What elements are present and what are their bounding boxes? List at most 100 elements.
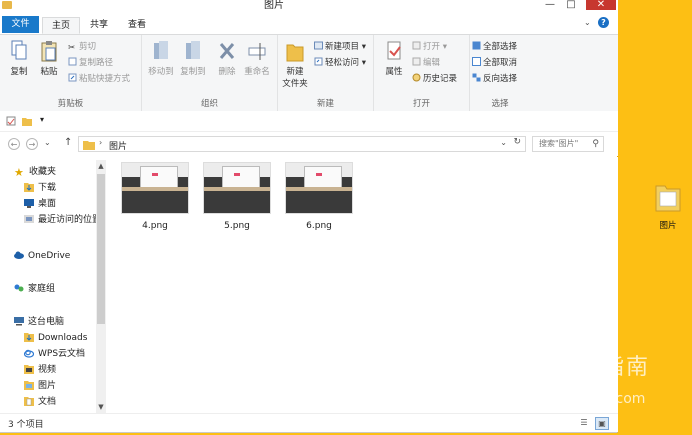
nav-item-label: 图片 xyxy=(38,381,57,391)
title-bar: 图片 — □ ✕ xyxy=(0,0,618,14)
move-to-button[interactable]: 移动到 xyxy=(146,39,176,77)
select-none-label: 全部取消 xyxy=(483,58,518,68)
easy-access-button[interactable]: 轻松访问 ▾ xyxy=(314,57,366,69)
move-to-icon xyxy=(154,41,168,59)
ribbon: 复制 粘贴 ✂ 剪切 复制路径 粘贴快捷方式 剪贴板 移动到 复制到 删除 重命… xyxy=(0,35,618,112)
window-title: 图片 xyxy=(264,0,284,11)
edit-label: 编辑 xyxy=(423,58,441,68)
nav-item-label: 下载 xyxy=(38,183,57,193)
search-input[interactable]: 搜索"图片" ⚲ xyxy=(532,136,604,152)
file-item[interactable]: 5.png xyxy=(202,163,272,231)
file-name: 5.png xyxy=(224,221,250,231)
history-button[interactable]: 历史记录 xyxy=(412,73,457,85)
group-organize: 移动到 复制到 删除 重命名 组织 xyxy=(142,35,278,111)
pictures-icon xyxy=(24,381,34,390)
easy-access-label: 轻松访问 xyxy=(325,58,360,68)
copy-icon xyxy=(11,40,27,60)
nav-item-downloads[interactable]: 下载 xyxy=(24,181,56,195)
breadcrumb-current[interactable]: 图片 xyxy=(109,139,127,152)
minimize-button[interactable]: — xyxy=(543,0,557,10)
desktop-folder-item[interactable]: 图片 xyxy=(650,182,686,231)
copy-button[interactable]: 复制 xyxy=(6,39,32,77)
nav-item-recent[interactable]: 最近访问的位置 xyxy=(24,213,101,227)
quick-access-toolbar: ▾ xyxy=(0,111,618,132)
group-select-label: 选择 xyxy=(491,99,509,109)
tab-share[interactable]: 共享 xyxy=(82,17,116,34)
nav-item-label: 文档 xyxy=(38,397,57,407)
videos-icon xyxy=(24,365,34,374)
navigation-pane: ★ 收藏夹 下载 桌面 最近访问的位置 OneDrive 家庭组 这台电脑 Dow… xyxy=(0,157,108,413)
address-dropdown-chevron-icon[interactable]: ⌄ xyxy=(500,138,507,147)
help-icon[interactable]: ? xyxy=(598,17,609,28)
properties-small-icon[interactable] xyxy=(6,116,16,126)
edit-button[interactable]: 编辑 xyxy=(412,57,440,69)
nav-item-desktop[interactable]: 桌面 xyxy=(24,197,56,211)
cut-button[interactable]: ✂ 剪切 xyxy=(68,41,96,53)
cloud-icon xyxy=(14,251,24,259)
back-arrow-icon[interactable]: ← xyxy=(8,138,20,150)
file-name: 6.png xyxy=(306,221,332,231)
nav-item-pictures[interactable]: 图片 xyxy=(24,379,56,393)
homegroup-icon xyxy=(14,284,24,292)
select-all-label: 全部选择 xyxy=(483,42,518,52)
recent-locations-chevron-icon[interactable]: ⌄ xyxy=(44,138,51,147)
nav-item-onedrive[interactable]: OneDrive xyxy=(14,249,70,263)
invert-selection-button[interactable]: 反向选择 xyxy=(472,73,517,85)
watermark-url: zhinan.sogou.com xyxy=(518,391,646,407)
address-bar[interactable]: › 图片 ⌄ ↻ xyxy=(78,136,526,152)
details-view-icon[interactable]: ☰ xyxy=(578,417,590,428)
rename-icon xyxy=(248,43,266,60)
nav-item-this-pc[interactable]: 这台电脑 xyxy=(14,315,64,329)
nav-item-videos[interactable]: 视频 xyxy=(24,363,56,377)
nav-item-downloads-en[interactable]: Downloads xyxy=(24,331,87,345)
nav-item-documents[interactable]: 文档 xyxy=(24,395,56,409)
scroll-thumb[interactable] xyxy=(97,174,105,324)
refresh-icon[interactable]: ↻ xyxy=(513,137,521,147)
copy-path-button[interactable]: 复制路径 xyxy=(68,57,113,69)
desktop-folder-label: 图片 xyxy=(659,221,677,231)
tab-home[interactable]: 主页 xyxy=(42,17,80,34)
open-button[interactable]: 打开 ▾ xyxy=(412,41,447,53)
paste-button[interactable]: 粘贴 xyxy=(36,39,62,77)
nav-item-wps-cloud[interactable]: WPS云文档 xyxy=(24,347,85,361)
rename-button[interactable]: 重命名 xyxy=(242,39,272,77)
item-count: 3 个项目 xyxy=(8,420,44,430)
select-none-button[interactable]: 全部取消 xyxy=(472,57,517,69)
computer-icon xyxy=(14,317,24,326)
nav-item-favorites[interactable]: ★ 收藏夹 xyxy=(14,165,56,179)
scissors-icon: ✂ xyxy=(68,43,76,53)
scroll-up-arrow-icon[interactable]: ▲ xyxy=(96,160,106,172)
search-placeholder: 搜索"图片" xyxy=(539,139,579,148)
new-item-button[interactable]: 新建项目 ▾ xyxy=(314,41,366,53)
nav-item-label: 这台电脑 xyxy=(28,317,65,327)
ribbon-collapse-chevron-icon[interactable]: ⌄ xyxy=(584,18,591,27)
select-all-button[interactable]: 全部选择 xyxy=(472,41,517,53)
wps-cloud-icon xyxy=(24,349,34,358)
paste-shortcut-icon xyxy=(68,73,77,82)
properties-button[interactable]: 属性 xyxy=(380,39,408,77)
tab-view[interactable]: 查看 xyxy=(120,17,154,34)
nav-item-label: OneDrive xyxy=(28,251,71,261)
file-item[interactable]: 6.png xyxy=(284,163,354,231)
tab-file[interactable]: 文件 xyxy=(2,16,39,33)
nav-item-label: 视频 xyxy=(38,365,57,375)
paste-shortcut-label: 粘贴快捷方式 xyxy=(79,74,131,84)
nav-item-homegroup[interactable]: 家庭组 xyxy=(14,282,55,296)
file-item[interactable]: 4.png xyxy=(120,163,190,231)
close-button[interactable]: ✕ xyxy=(586,0,616,10)
copy-to-label: 复制到 xyxy=(180,67,206,77)
new-folder-small-icon[interactable] xyxy=(22,116,32,126)
new-folder-button[interactable]: 新建 文件夹 xyxy=(280,39,310,89)
nav-scrollbar[interactable]: ▲ ▼ xyxy=(96,160,106,413)
customize-toolbar-chevron-icon[interactable]: ▾ xyxy=(40,115,44,124)
new-folder-label-2: 文件夹 xyxy=(282,79,308,89)
properties-label: 属性 xyxy=(385,67,403,77)
delete-button[interactable]: 删除 xyxy=(214,39,240,77)
paste-shortcut-button[interactable]: 粘贴快捷方式 xyxy=(68,73,130,85)
copy-to-button[interactable]: 复制到 xyxy=(178,39,208,77)
large-icons-view-icon[interactable]: ▣ xyxy=(595,417,609,430)
scroll-down-arrow-icon[interactable]: ▼ xyxy=(96,401,106,413)
up-arrow-icon[interactable]: ↑ xyxy=(64,137,72,148)
maximize-button[interactable]: □ xyxy=(564,0,578,10)
forward-arrow-icon[interactable]: → xyxy=(26,138,38,150)
